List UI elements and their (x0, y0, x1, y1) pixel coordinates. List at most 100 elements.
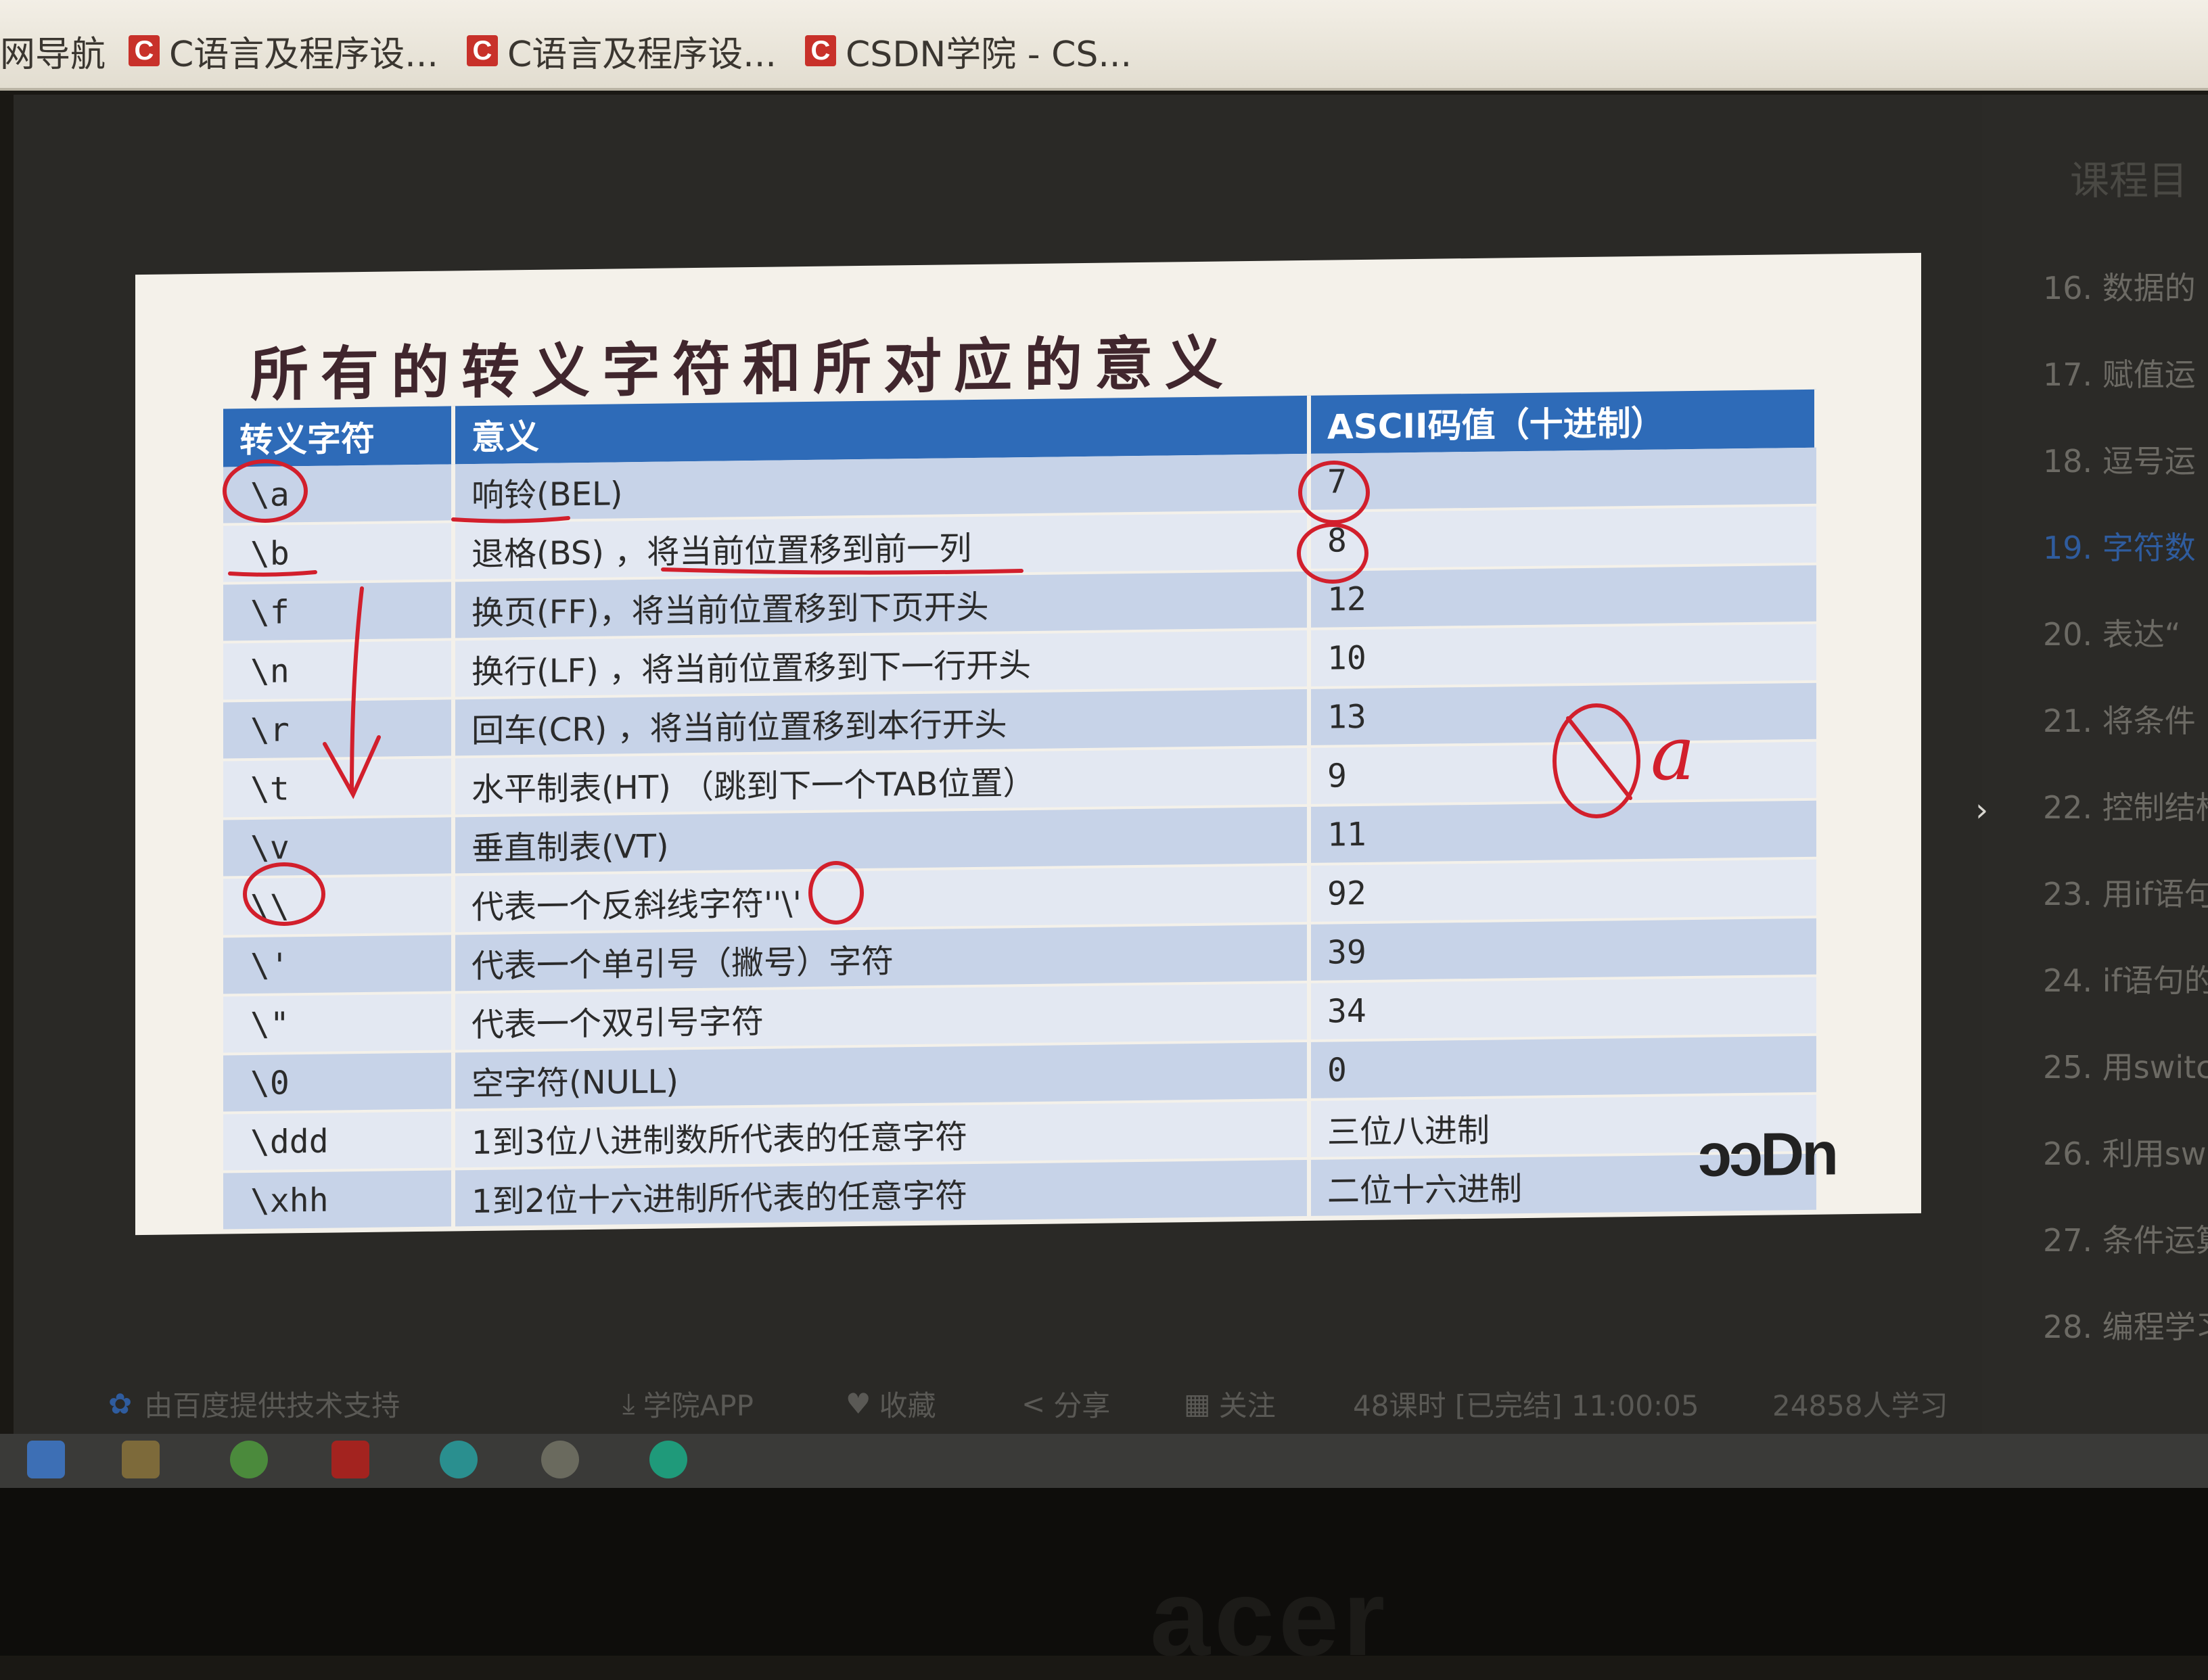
baidu-support: ✿ 由百度提供技术支持 (108, 1383, 400, 1424)
csdn-logo-icon: C (805, 35, 836, 66)
ascii-value-cell: 11 (1309, 799, 1816, 864)
escape-code-cell: \b (223, 521, 453, 584)
course-item[interactable]: 18. 逗号运 (2043, 437, 2196, 482)
csdn-slide-logo: ɔɔDn (1698, 1120, 1837, 1190)
escape-code-cell: \\ (223, 874, 453, 937)
escape-code-cell: \a (223, 464, 453, 525)
escape-code-cell: \r (223, 698, 453, 760)
feed-icon[interactable] (541, 1441, 579, 1478)
meaning-cell: 水平制表(HT) （跳到下一个TAB位置） (453, 746, 1309, 816)
course-item[interactable]: 19. 字符数 (2043, 523, 2196, 568)
course-item[interactable]: 24. if语句的 (2043, 956, 2208, 1001)
share-icon: < (1021, 1386, 1046, 1420)
meaning-cell: 换页(FF)，将当前位置移到下页开头 (453, 569, 1309, 640)
ascii-value-cell: 34 (1309, 975, 1816, 1041)
meaning-cell: 1到3位八进制数所代表的任意字符 (453, 1099, 1309, 1169)
course-item[interactable]: 21. 将条件 (2043, 697, 2196, 741)
bookmark-label: CSDN学院 - CS... (846, 34, 1132, 75)
course-item[interactable]: 22. 控制结构 (2043, 783, 2208, 828)
escape-code-cell: \f (223, 580, 453, 643)
explorer-icon[interactable] (122, 1441, 160, 1478)
bookmark-nav[interactable]: 网导航 (0, 27, 106, 75)
meaning-cell: 1到2位十六进制所代表的任意字符 (453, 1158, 1309, 1228)
escape-code-cell: \" (223, 992, 453, 1054)
favorite-label: 收藏 (879, 1389, 936, 1422)
meaning-cell: 垂直制表(VT) (453, 805, 1309, 875)
bookmark-bar: 网导航 C C语言及程序设... C C语言及程序设... C CSDN学院 -… (0, 0, 2208, 91)
baidu-paw-icon: ✿ (108, 1386, 133, 1420)
course-item[interactable]: 17. 赋值运 (2043, 350, 2196, 395)
course-item[interactable]: 16. 数据的 (2043, 264, 2196, 308)
share-button[interactable]: < 分享 (1021, 1383, 1110, 1424)
ascii-value-cell: 13 (1309, 681, 1816, 747)
ascii-value-cell: 8 (1309, 505, 1816, 570)
monitor-bezel (0, 1488, 2208, 1656)
support-text: 由百度提供技术支持 (144, 1389, 400, 1422)
meaning-cell: 回车(CR) ，将当前位置移到本行开头 (453, 687, 1309, 757)
monitor-brand-logo: acer (1150, 1557, 1389, 1678)
ascii-value-cell: 92 (1309, 858, 1816, 923)
ascii-value-cell: 7 (1309, 447, 1816, 511)
course-item[interactable]: 23. 用if语句 (2043, 870, 2208, 914)
escape-code-cell: \t (223, 757, 453, 819)
app-label: 学院APP (643, 1389, 754, 1422)
course-item[interactable]: 20. 表达“ (2043, 610, 2181, 655)
download-icon: ⤓ (622, 1386, 635, 1420)
meaning-cell: 代表一个双引号字符 (453, 981, 1309, 1052)
meaning-cell: 响铃(BEL) (453, 453, 1309, 522)
browser-icon[interactable] (230, 1441, 268, 1478)
follow-button[interactable]: ▦ 关注 (1184, 1383, 1276, 1424)
escape-code-cell: \ddd (223, 1110, 453, 1172)
pdf-icon[interactable] (331, 1441, 369, 1478)
slide-title: 所有的转义字符和所对应的意义 (250, 329, 1235, 410)
favorite-button[interactable]: ♥ 收藏 (846, 1383, 936, 1424)
catalog-heading: 课程目 (2070, 158, 2188, 204)
learner-count: 24858人学习 (1772, 1389, 1948, 1422)
meaning-cell: 代表一个反斜线字符''\' (453, 864, 1309, 934)
meaning-cell: 换行(LF) ，将当前位置移到下一行开头 (453, 628, 1309, 699)
qrcode-icon: ▦ (1184, 1386, 1211, 1420)
ascii-value-cell: 0 (1309, 1034, 1816, 1100)
follow-label: 关注 (1218, 1389, 1276, 1422)
course-item[interactable]: 25. 用switch语 (2043, 1043, 2208, 1088)
handwritten-a: a (1651, 710, 1695, 797)
chevron-right-icon[interactable]: › (1975, 791, 1988, 829)
bookmark-label: C语言及程序设... (507, 34, 777, 75)
ascii-value-cell: 12 (1309, 563, 1816, 629)
course-item[interactable]: 26. 利用switch (2043, 1129, 2208, 1174)
column-header-escape: 转义字符 (223, 406, 453, 467)
bookmark-c-course-1[interactable]: C C语言及程序设... (129, 27, 438, 75)
course-catalog: 课程目 16. 数据的 17. 赋值运 18. 逗号运 19. 字符数 20. 表达“ 2… (1982, 95, 2208, 1447)
share-label: 分享 (1053, 1389, 1111, 1422)
player-bottom-bar: ✿ 由百度提供技术支持 ⤓ 学院APP ♥ 收藏 < 分享 ▦ 关注 48课时 … (108, 1373, 2016, 1434)
course-info: 48课时 [已完结] 11:00:05 (1353, 1389, 1699, 1422)
bookmark-csdn-academy[interactable]: C CSDN学院 - CS... (805, 27, 1132, 75)
app-download-button[interactable]: ⤓ 学院APP (622, 1383, 754, 1424)
escape-code-cell: \' (223, 933, 453, 996)
ascii-value-cell: 39 (1309, 916, 1816, 982)
course-item[interactable]: 27. 条件运算符 (2043, 1216, 2208, 1261)
escape-code-cell: \v (223, 816, 453, 878)
bookmark-label: C语言及程序设... (169, 34, 438, 75)
column-header-meaning: 意义 (453, 395, 1309, 465)
escape-code-cell: \n (223, 639, 453, 701)
k-app-icon[interactable] (649, 1441, 687, 1478)
escape-char-table: 转义字符 意义 ASCII码值（十进制） \a 响铃(BEL) 7 \b 退格(BS) … (223, 389, 1818, 1232)
escape-code-cell: \0 (223, 1051, 453, 1113)
ascii-value-cell: 10 (1309, 622, 1816, 688)
bookmark-label: 网导航 (0, 34, 106, 75)
media-icon[interactable] (440, 1441, 478, 1478)
meaning-cell: 空字符(NULL) (453, 1040, 1309, 1111)
csdn-logo-icon: C (467, 35, 498, 66)
meaning-cell: 代表一个单引号（撇号）字符 (453, 923, 1309, 993)
start-icon[interactable] (27, 1441, 65, 1478)
csdn-logo-icon: C (129, 35, 160, 66)
video-player[interactable]: 所有的转义字符和所对应的意义 转义字符 意义 ASCII码值（十进制） \a 响铃… (14, 95, 2016, 1441)
column-header-ascii: ASCII码值（十进制） (1309, 389, 1816, 454)
meaning-cell: 退格(BS) ，将当前位置移到前一列 (453, 511, 1309, 581)
course-item[interactable]: 28. 编程学习中 (2043, 1303, 2208, 1347)
ascii-value-cell: 9 (1309, 740, 1816, 806)
heart-icon: ♥ (846, 1386, 871, 1420)
bookmark-c-course-2[interactable]: C C语言及程序设... (467, 27, 777, 75)
escape-code-cell: \xhh (223, 1169, 453, 1231)
